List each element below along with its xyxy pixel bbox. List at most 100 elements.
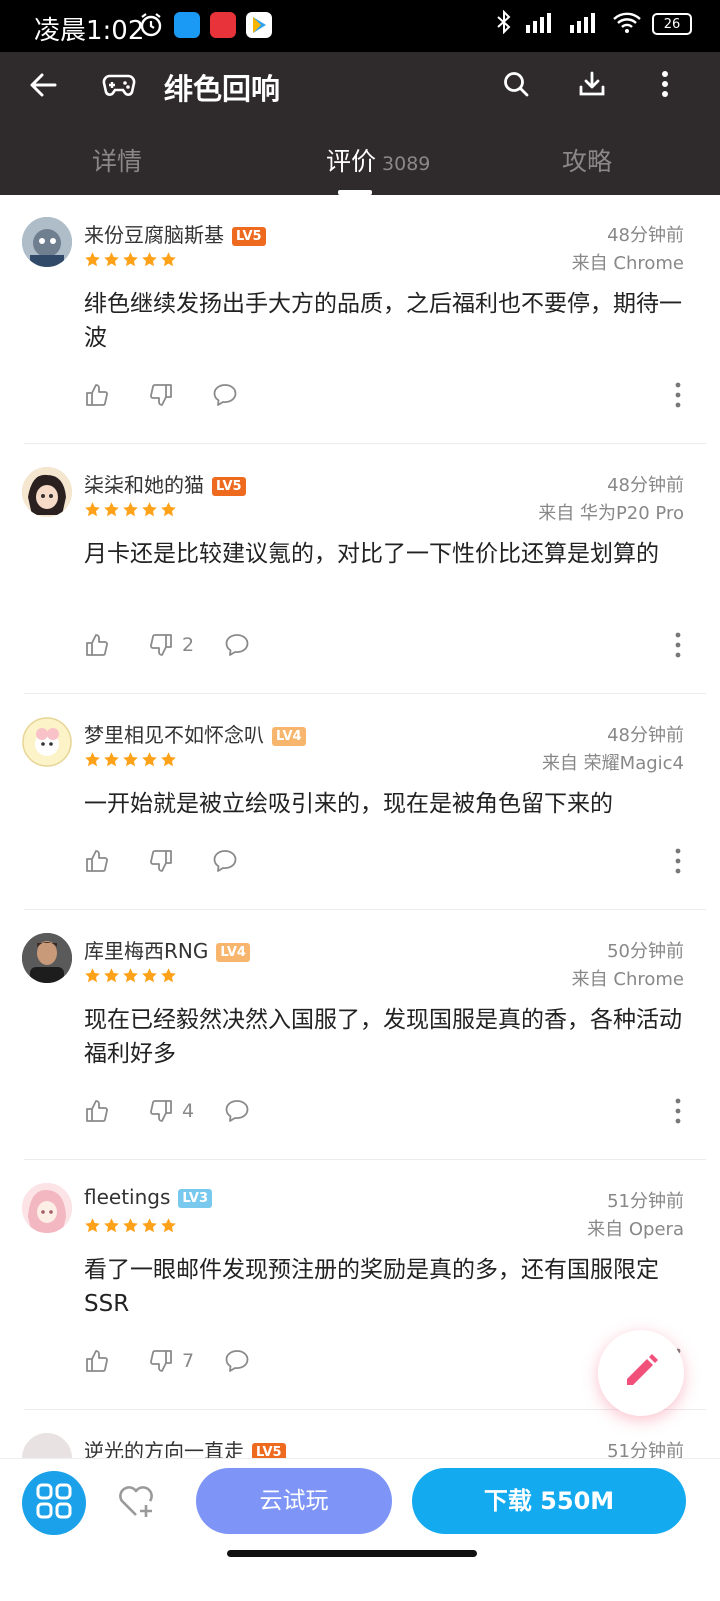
heart-plus-icon[interactable] <box>116 1483 156 1523</box>
avatar[interactable] <box>22 217 72 267</box>
star-icon <box>122 501 139 518</box>
comment-icon[interactable] <box>224 632 250 662</box>
tab-details-label: 详情 <box>92 147 143 176</box>
review-content[interactable]: 月卡还是比较建议氪的，对比了一下性价比还算是划算的 <box>84 537 684 571</box>
level-badge: LV4 <box>216 943 250 962</box>
download-icon[interactable] <box>578 70 606 102</box>
star-icon <box>122 1217 139 1234</box>
review-item: 梦里相见不如怀念叭 LV4 48分钟前 来自 荣耀Magic4 一开始就是被立绘吸… <box>0 695 720 911</box>
bottom-action-bar: 云试玩 下载 550M <box>0 1458 720 1601</box>
avatar[interactable] <box>22 1183 72 1233</box>
dislike-icon[interactable] <box>148 382 174 412</box>
search-icon[interactable] <box>502 70 530 102</box>
download-button[interactable]: 下载 550M <box>412 1468 686 1534</box>
more-vert-icon[interactable] <box>674 632 682 662</box>
back-arrow-icon[interactable] <box>28 70 58 104</box>
app-menu-button[interactable] <box>22 1471 86 1535</box>
star-icon <box>103 501 120 518</box>
review-content[interactable]: 绯色继续发扬出手大方的品质，之后福利也不要停，期待一波 <box>84 287 684 355</box>
dislike-icon[interactable] <box>148 848 174 878</box>
dislike-icon[interactable] <box>148 632 174 662</box>
like-icon[interactable] <box>84 382 110 412</box>
level-badge: LV5 <box>252 1443 286 1458</box>
review-item: 来份豆腐脑斯基 LV5 48分钟前 来自 Chrome 绯色继续发扬出手大方的品质… <box>0 195 720 445</box>
tab-guides-label: 攻略 <box>562 147 613 176</box>
username[interactable]: 库里梅西RNG LV4 <box>84 935 250 964</box>
shop-notification-icon <box>210 12 236 38</box>
review-source: 来自 华为P20 Pro <box>538 503 684 524</box>
username[interactable]: 逆光的方向一直走 LV5 <box>84 1435 286 1458</box>
tab-reviews[interactable]: 评价 3089 <box>326 142 430 178</box>
comment-icon[interactable] <box>224 1348 250 1378</box>
tab-reviews-label: 评价 <box>326 147 377 176</box>
comment-icon[interactable] <box>224 1098 250 1128</box>
review-item: 柒柒和她的猫 LV5 48分钟前 来自 华为P20 Pro 月卡还是比较建议氪的，… <box>0 445 720 695</box>
star-icon <box>141 251 158 268</box>
star-rating <box>84 501 179 522</box>
star-icon <box>160 251 177 268</box>
review-source: 来自 Chrome <box>571 253 684 274</box>
like-icon[interactable] <box>84 1098 110 1128</box>
username-text: 来份豆腐脑斯基 <box>84 223 224 247</box>
review-time: 50分钟前 <box>607 941 684 962</box>
username[interactable]: 柒柒和她的猫 LV5 <box>84 469 246 498</box>
like-icon[interactable] <box>84 1348 110 1378</box>
star-icon <box>84 501 101 518</box>
status-time: 凌晨1:02 <box>34 16 145 46</box>
star-icon <box>103 967 120 984</box>
like-icon[interactable] <box>84 632 110 662</box>
more-vert-icon[interactable] <box>674 1098 682 1128</box>
dislike-icon[interactable] <box>148 1098 174 1128</box>
avatar[interactable] <box>22 933 72 983</box>
avatar[interactable] <box>22 1433 72 1458</box>
gesture-home-bar[interactable] <box>227 1550 477 1557</box>
review-source: 来自 Chrome <box>571 969 684 990</box>
wifi-icon <box>612 11 642 37</box>
star-icon <box>84 751 101 768</box>
star-icon <box>122 967 139 984</box>
dislike-count: 2 <box>182 634 195 656</box>
system-icons: 26 <box>494 9 692 38</box>
review-content[interactable]: 看了一眼邮件发现预注册的奖励是真的多，还有国服限定SSR <box>84 1253 684 1321</box>
grid-icon <box>36 1483 72 1523</box>
level-badge: LV4 <box>272 727 306 746</box>
star-icon <box>122 751 139 768</box>
star-icon <box>160 967 177 984</box>
more-vert-icon[interactable] <box>660 70 670 102</box>
gamepad-icon <box>102 70 136 104</box>
username-text: 柒柒和她的猫 <box>84 473 204 497</box>
review-item: 逆光的方向一直走 LV5 51分钟前 <box>0 1411 720 1458</box>
username-text: fleetings <box>84 1185 171 1209</box>
level-badge: LV5 <box>232 227 266 246</box>
pencil-icon <box>619 1349 663 1397</box>
review-time: 51分钟前 <box>607 1191 684 1212</box>
play-store-icon <box>246 12 272 38</box>
write-review-button[interactable] <box>598 1330 684 1416</box>
divider <box>24 909 706 910</box>
cloud-play-button[interactable]: 云试玩 <box>196 1468 392 1534</box>
star-icon <box>84 251 101 268</box>
comment-icon[interactable] <box>212 848 238 878</box>
review-time: 51分钟前 <box>607 1441 684 1458</box>
tab-guides[interactable]: 攻略 <box>562 142 612 178</box>
username[interactable]: fleetings LV3 <box>84 1185 213 1209</box>
tab-details[interactable]: 详情 <box>92 142 142 178</box>
more-vert-icon[interactable] <box>674 382 682 412</box>
review-count: 3089 <box>382 153 431 175</box>
like-icon[interactable] <box>84 848 110 878</box>
review-content[interactable]: 现在已经毅然决然入国服了，发现国服是真的香，各种活动福利好多 <box>84 1003 684 1071</box>
star-icon <box>160 751 177 768</box>
username-text: 梦里相见不如怀念叭 <box>84 723 264 747</box>
review-content[interactable]: 一开始就是被立绘吸引来的，现在是被角色留下来的 <box>84 787 684 821</box>
comment-icon[interactable] <box>212 382 238 412</box>
username[interactable]: 来份豆腐脑斯基 LV5 <box>84 219 266 248</box>
review-source: 来自 Opera <box>587 1219 684 1240</box>
avatar[interactable] <box>22 717 72 767</box>
more-vert-icon[interactable] <box>674 848 682 878</box>
divider <box>24 443 706 444</box>
avatar[interactable] <box>22 467 72 517</box>
username[interactable]: 梦里相见不如怀念叭 LV4 <box>84 719 306 748</box>
dislike-icon[interactable] <box>148 1348 174 1378</box>
review-time: 48分钟前 <box>607 475 684 496</box>
dislike-count: 4 <box>182 1100 195 1122</box>
